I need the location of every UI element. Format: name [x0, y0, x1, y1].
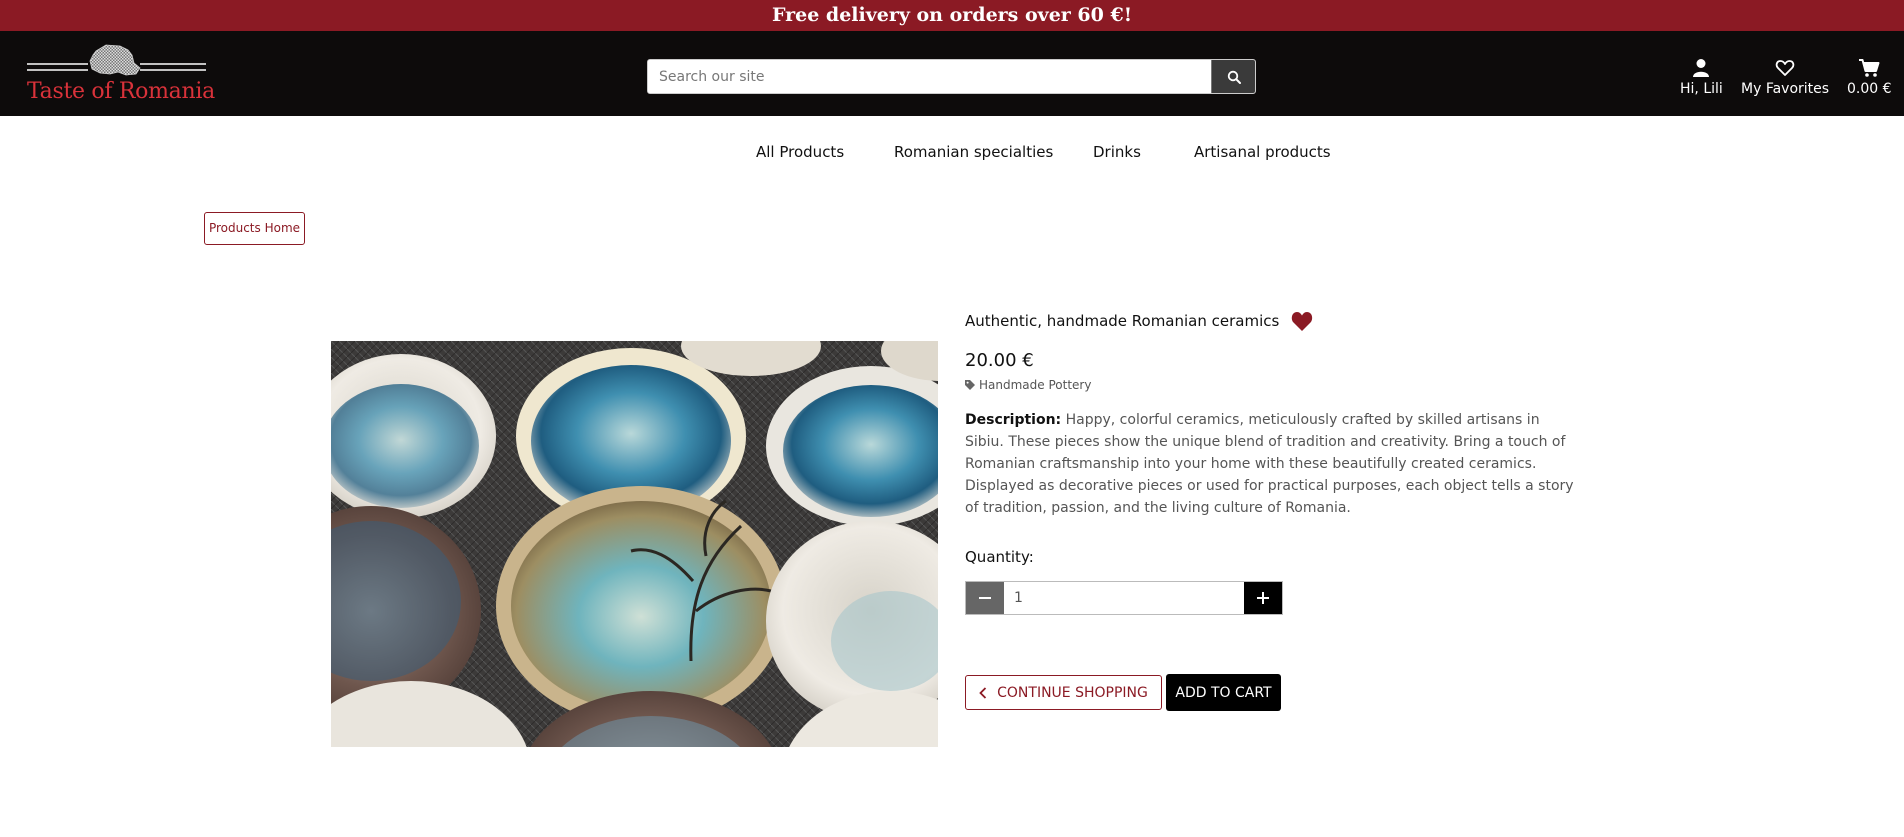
site-logo[interactable]: Taste of Romania	[26, 43, 215, 105]
continue-shopping-label: CONTINUE SHOPPING	[997, 684, 1148, 701]
quantity-input[interactable]	[1004, 582, 1244, 614]
quantity-increase-button[interactable]	[1244, 582, 1282, 614]
product-category-label: Handmade Pottery	[979, 378, 1092, 392]
promo-banner-text: Free delivery on orders over 60 €!	[771, 4, 1133, 26]
cart-total: 0.00 €	[1847, 81, 1892, 97]
map-logo-icon	[27, 44, 206, 76]
heart-filled-icon[interactable]	[1290, 310, 1314, 332]
nav-romanian-specialties[interactable]: Romanian specialties	[894, 143, 1053, 161]
heart-outline-icon	[1775, 60, 1795, 76]
cart-icon	[1859, 59, 1880, 77]
account-link[interactable]: Hi, Lili	[1680, 57, 1723, 97]
search-button[interactable]	[1211, 60, 1255, 93]
quantity-label: Quantity:	[965, 548, 1034, 566]
ceramic-bowls-image	[331, 341, 938, 747]
product-category: Handmade Pottery	[965, 378, 1091, 392]
account-label: Hi, Lili	[1680, 81, 1723, 97]
nav-all-products[interactable]: All Products	[756, 143, 844, 161]
favorites-label: My Favorites	[1741, 81, 1830, 97]
add-to-cart-button[interactable]: ADD TO CART	[1166, 674, 1281, 711]
minus-icon	[979, 597, 991, 599]
quantity-stepper	[965, 581, 1283, 615]
description-label: Description:	[965, 412, 1062, 428]
promo-banner: Free delivery on orders over 60 €!	[0, 0, 1904, 31]
product-price: 20.00 €	[965, 350, 1034, 371]
search-icon	[1227, 70, 1241, 84]
nav-drinks[interactable]: Drinks	[1093, 143, 1141, 161]
chevron-left-icon	[979, 686, 987, 699]
product-image	[331, 341, 938, 747]
user-icon	[1693, 59, 1710, 77]
logo-text: Taste of Romania	[27, 79, 215, 104]
favorites-link[interactable]: My Favorites	[1741, 57, 1829, 97]
search-input[interactable]	[648, 60, 1211, 93]
search-bar	[647, 59, 1256, 94]
continue-shopping-button[interactable]: CONTINUE SHOPPING	[965, 675, 1162, 710]
main-nav: All Products Romanian specialties Drinks…	[0, 143, 1904, 163]
quantity-decrease-button[interactable]	[966, 582, 1004, 614]
product-title-row: Authentic, handmade Romanian ceramics	[965, 310, 1575, 332]
product-title: Authentic, handmade Romanian ceramics	[965, 312, 1280, 330]
product-details: Authentic, handmade Romanian ceramics 20…	[965, 310, 1575, 711]
nav-artisanal-products[interactable]: Artisanal products	[1194, 143, 1331, 161]
tag-icon	[965, 380, 975, 390]
products-home-button[interactable]: Products Home	[204, 212, 305, 245]
site-header: Taste of Romania Hi, Lili My Favorites	[0, 31, 1904, 116]
cart-link[interactable]: 0.00 €	[1847, 57, 1892, 97]
plus-icon	[1257, 592, 1269, 604]
product-description: Description: Happy, colorful ceramics, m…	[965, 409, 1575, 519]
